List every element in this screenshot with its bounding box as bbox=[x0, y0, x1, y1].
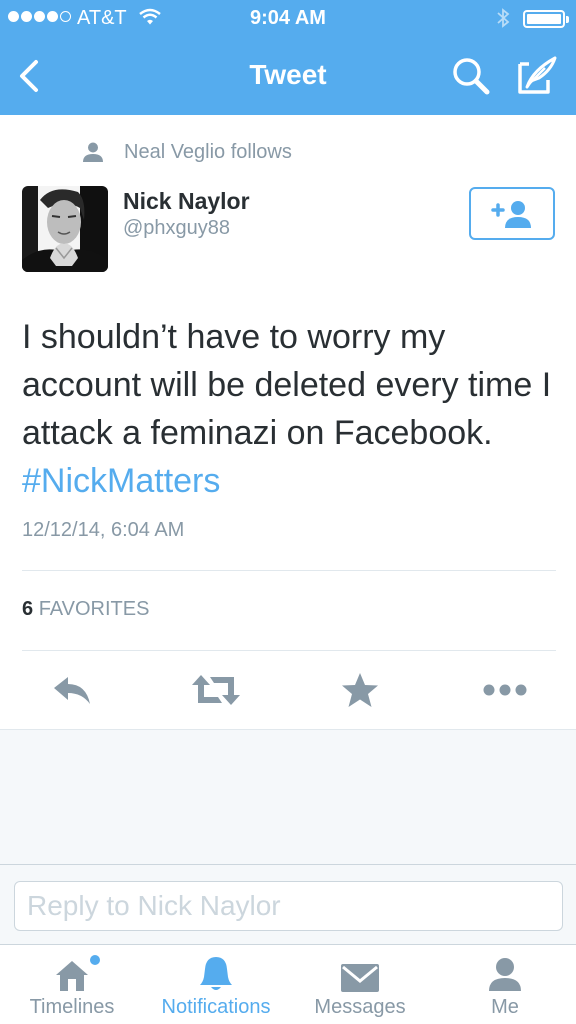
hashtag-link[interactable]: #NickMatters bbox=[22, 462, 220, 500]
tweet-text: I shouldn’t have to worry my account wil… bbox=[22, 313, 562, 505]
tab-timelines[interactable]: Timelines bbox=[26, 945, 118, 1024]
compose-button[interactable] bbox=[515, 54, 561, 98]
social-context: Neal Veglio follows bbox=[82, 140, 292, 164]
envelope-icon bbox=[340, 945, 380, 993]
home-icon bbox=[54, 945, 100, 993]
tab-messages[interactable]: Messages bbox=[310, 945, 410, 1024]
author-name[interactable]: Nick Naylor bbox=[123, 188, 250, 215]
status-bar: AT&T 9:04 AM bbox=[0, 0, 576, 38]
tab-bar: Timelines Notifications Messages Me bbox=[0, 944, 576, 1024]
more-dots-icon bbox=[483, 684, 527, 696]
avatar[interactable] bbox=[22, 186, 108, 272]
favorite-button[interactable] bbox=[334, 668, 386, 712]
person-icon bbox=[487, 945, 523, 993]
battery-icon bbox=[523, 10, 569, 28]
tab-me[interactable]: Me bbox=[470, 945, 540, 1024]
favorites-count: 6 bbox=[22, 598, 34, 620]
follow-button[interactable] bbox=[469, 187, 555, 240]
tweet-timestamp: 12/12/14, 6:04 AM bbox=[22, 519, 185, 541]
tab-notifications[interactable]: Notifications bbox=[156, 945, 276, 1024]
bell-icon bbox=[198, 945, 234, 993]
tab-label: Notifications bbox=[161, 996, 271, 1018]
tweet-body: I shouldn’t have to worry my account wil… bbox=[22, 318, 552, 452]
nav-bar: Tweet bbox=[0, 38, 576, 115]
reply-bar bbox=[0, 864, 576, 944]
tab-label: Timelines bbox=[29, 996, 115, 1018]
favorites-label: FAVORITES bbox=[38, 598, 150, 620]
person-icon bbox=[83, 142, 103, 162]
divider bbox=[22, 650, 556, 651]
divider bbox=[22, 570, 556, 571]
empty-replies-area bbox=[0, 729, 576, 864]
reply-icon bbox=[54, 677, 90, 704]
bluetooth-icon bbox=[496, 6, 510, 36]
compose-icon bbox=[518, 56, 557, 94]
favorites-stat[interactable]: 6 FAVORITES bbox=[22, 598, 149, 621]
follow-add-person-icon bbox=[491, 200, 531, 228]
battery-fill bbox=[527, 14, 561, 24]
social-context-text: Neal Veglio follows bbox=[124, 140, 292, 163]
retweet-icon bbox=[192, 675, 240, 705]
favorite-star-icon bbox=[342, 673, 378, 707]
reply-button[interactable] bbox=[46, 668, 98, 712]
reply-input[interactable] bbox=[14, 881, 563, 931]
status-time: 9:04 AM bbox=[250, 7, 326, 29]
more-options-button[interactable] bbox=[479, 668, 531, 712]
retweet-button[interactable] bbox=[190, 668, 242, 712]
tab-label: Messages bbox=[314, 996, 406, 1018]
search-icon bbox=[453, 58, 490, 95]
search-button[interactable] bbox=[450, 56, 492, 98]
tab-label: Me bbox=[491, 996, 519, 1018]
author-handle: @phxguy88 bbox=[123, 217, 231, 239]
notification-dot bbox=[90, 955, 100, 965]
top-header: AT&T 9:04 AM Tweet bbox=[0, 0, 576, 115]
